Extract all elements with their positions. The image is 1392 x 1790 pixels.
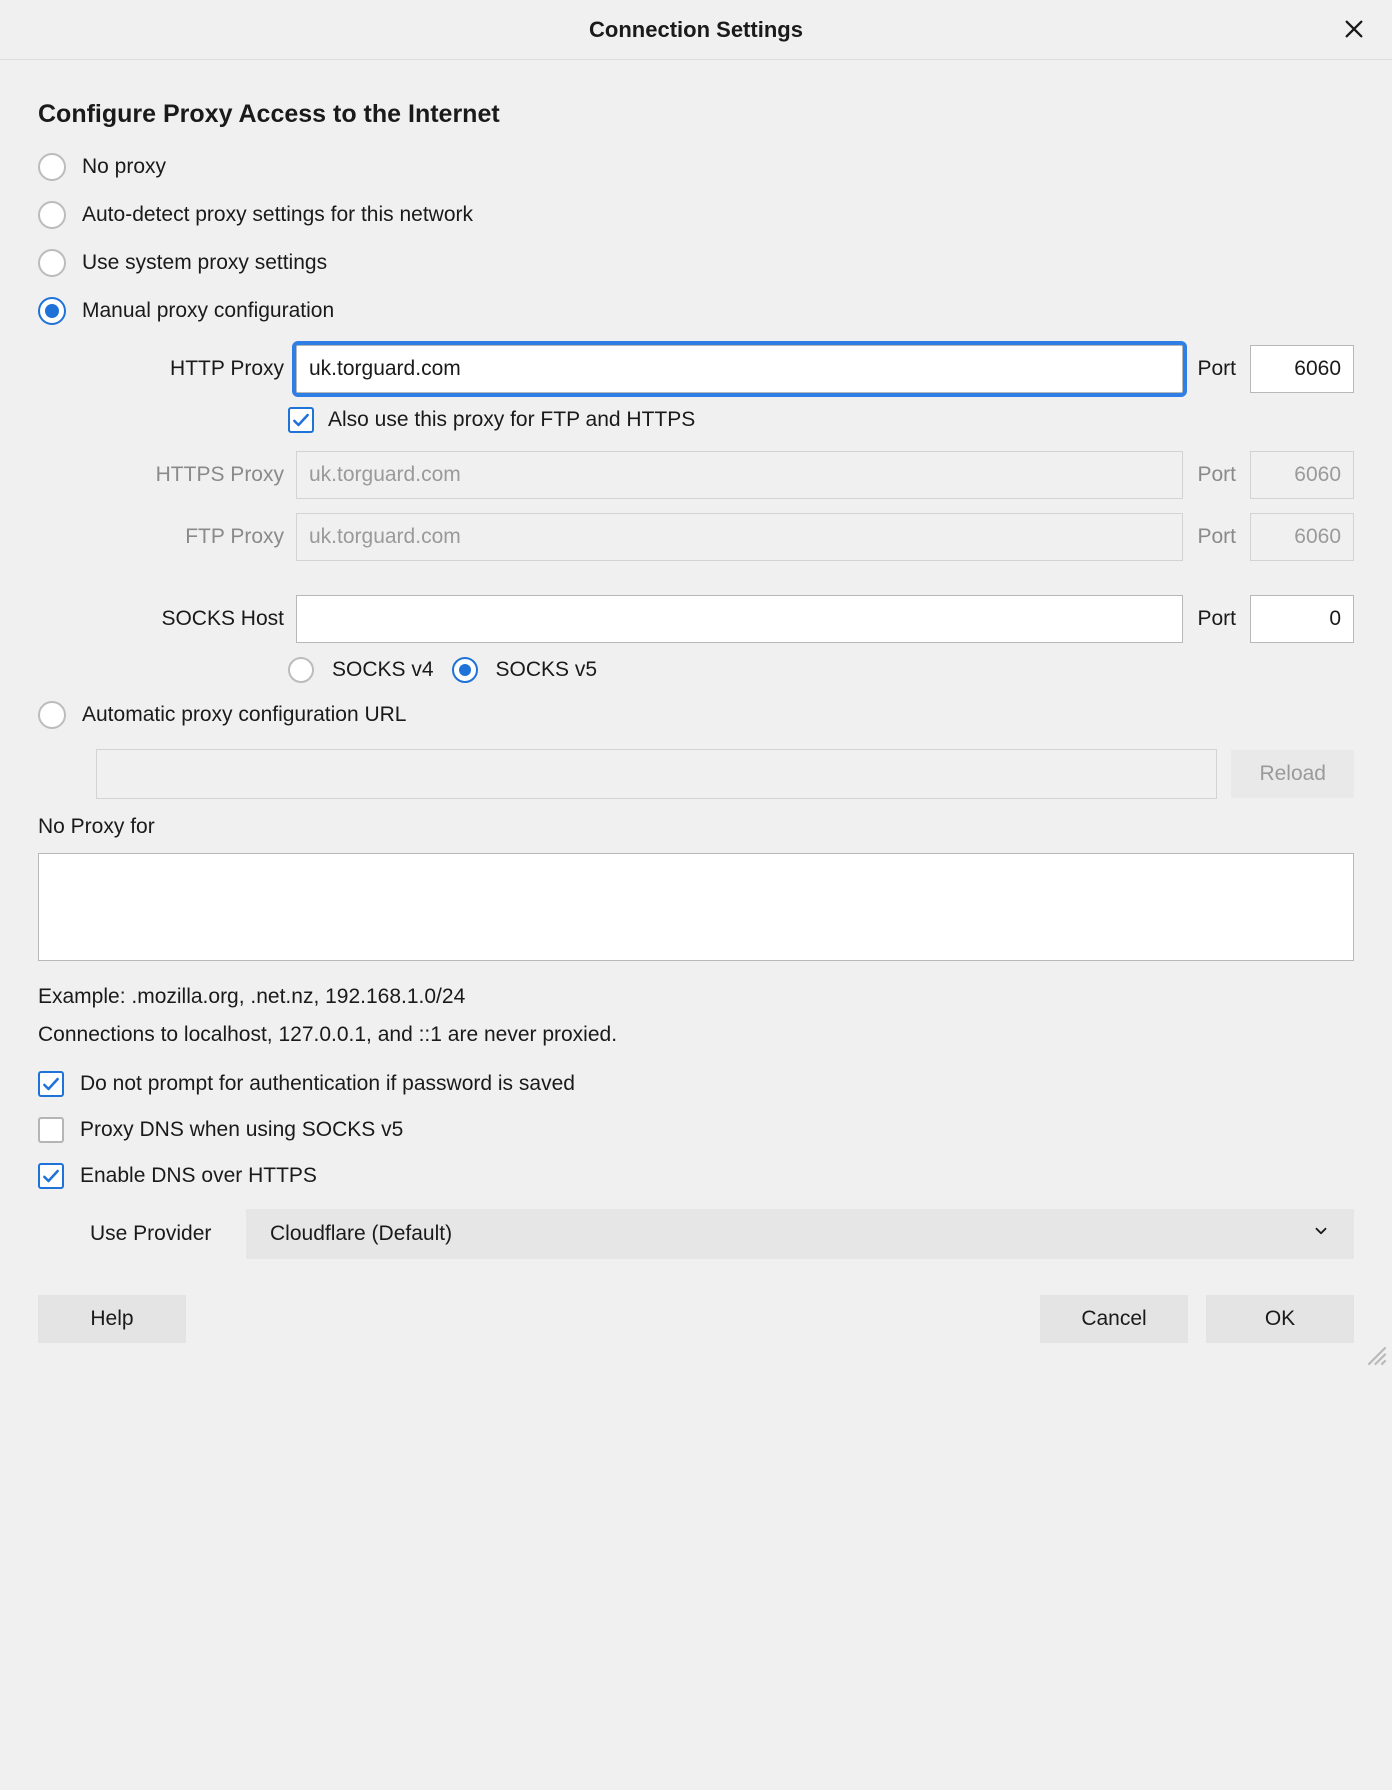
radio-label: Use system proxy settings bbox=[82, 251, 327, 275]
doh-provider-select[interactable]: Cloudflare (Default) bbox=[246, 1209, 1354, 1259]
radio-icon bbox=[38, 701, 66, 729]
https-proxy-row: HTTPS Proxy Port bbox=[38, 451, 1354, 499]
socks-host-label: SOCKS Host bbox=[38, 607, 288, 631]
titlebar: Connection Settings bbox=[0, 0, 1392, 60]
close-button[interactable] bbox=[1340, 18, 1368, 46]
enable-doh-label: Enable DNS over HTTPS bbox=[80, 1164, 317, 1188]
also-use-row[interactable]: Also use this proxy for FTP and HTTPS bbox=[288, 407, 1354, 433]
autoconf-url-input bbox=[96, 749, 1217, 799]
socks-host-row: SOCKS Host Port bbox=[38, 595, 1354, 643]
radio-icon bbox=[38, 249, 66, 277]
dialog-footer: Help Cancel OK bbox=[0, 1295, 1392, 1371]
radio-auto-detect[interactable]: Auto-detect proxy settings for this netw… bbox=[38, 201, 1354, 229]
https-proxy-label: HTTPS Proxy bbox=[38, 463, 288, 487]
no-proxy-for-label: No Proxy for bbox=[38, 815, 1354, 839]
proxy-dns-socks5-label: Proxy DNS when using SOCKS v5 bbox=[80, 1118, 403, 1142]
radio-icon bbox=[38, 297, 66, 325]
ftp-proxy-input bbox=[296, 513, 1183, 561]
radio-icon bbox=[38, 201, 66, 229]
section-heading: Configure Proxy Access to the Internet bbox=[38, 100, 1354, 129]
no-prompt-auth-label: Do not prompt for authentication if pass… bbox=[80, 1072, 575, 1096]
dialog-content: Configure Proxy Access to the Internet N… bbox=[0, 60, 1392, 1295]
https-proxy-input bbox=[296, 451, 1183, 499]
radio-label: Manual proxy configuration bbox=[82, 299, 334, 323]
radio-label: Automatic proxy configuration URL bbox=[82, 703, 407, 727]
no-prompt-auth-checkbox bbox=[38, 1071, 64, 1097]
radio-label: Auto-detect proxy settings for this netw… bbox=[82, 203, 473, 227]
no-proxy-example: Example: .mozilla.org, .net.nz, 192.168.… bbox=[38, 985, 1354, 1009]
radio-no-proxy[interactable]: No proxy bbox=[38, 153, 1354, 181]
close-icon bbox=[1343, 18, 1365, 46]
http-port-input[interactable] bbox=[1250, 345, 1354, 393]
socks-host-input[interactable] bbox=[296, 595, 1183, 643]
radio-autoconf-url[interactable]: Automatic proxy configuration URL bbox=[38, 701, 1354, 729]
https-port-label: Port bbox=[1191, 463, 1242, 487]
socks-version-row: SOCKS v4 SOCKS v5 bbox=[288, 657, 1354, 683]
socks-port-label: Port bbox=[1191, 607, 1242, 631]
doh-provider-value: Cloudflare (Default) bbox=[270, 1222, 452, 1246]
radio-icon bbox=[38, 153, 66, 181]
radio-label: No proxy bbox=[82, 155, 166, 179]
socks-port-input[interactable] bbox=[1250, 595, 1354, 643]
socks-v5-radio[interactable] bbox=[452, 657, 478, 683]
http-proxy-row: HTTP Proxy Port bbox=[38, 345, 1354, 393]
socks-v4-label: SOCKS v4 bbox=[332, 658, 434, 682]
http-proxy-input[interactable] bbox=[296, 345, 1183, 393]
connection-settings-dialog: Connection Settings Configure Proxy Acce… bbox=[0, 0, 1392, 1371]
socks-v4-radio[interactable] bbox=[288, 657, 314, 683]
ftp-proxy-row: FTP Proxy Port bbox=[38, 513, 1354, 561]
http-proxy-label: HTTP Proxy bbox=[38, 357, 288, 381]
ftp-port-label: Port bbox=[1191, 525, 1242, 549]
options-checklist: Do not prompt for authentication if pass… bbox=[38, 1071, 1354, 1259]
no-prompt-auth-row[interactable]: Do not prompt for authentication if pass… bbox=[38, 1071, 1354, 1097]
no-proxy-note: Connections to localhost, 127.0.0.1, and… bbox=[38, 1023, 1354, 1047]
proxy-dns-socks5-checkbox bbox=[38, 1117, 64, 1143]
radio-system-proxy[interactable]: Use system proxy settings bbox=[38, 249, 1354, 277]
cancel-button[interactable]: Cancel bbox=[1040, 1295, 1188, 1343]
proxy-dns-socks5-row[interactable]: Proxy DNS when using SOCKS v5 bbox=[38, 1117, 1354, 1143]
socks-v5-label: SOCKS v5 bbox=[496, 658, 598, 682]
chevron-down-icon bbox=[1312, 1222, 1330, 1246]
enable-doh-checkbox bbox=[38, 1163, 64, 1189]
help-button[interactable]: Help bbox=[38, 1295, 186, 1343]
no-proxy-for-textarea[interactable] bbox=[38, 853, 1354, 961]
radio-manual-proxy[interactable]: Manual proxy configuration bbox=[38, 297, 1354, 325]
http-port-label: Port bbox=[1191, 357, 1242, 381]
https-port-input bbox=[1250, 451, 1354, 499]
also-use-checkbox bbox=[288, 407, 314, 433]
dialog-title: Connection Settings bbox=[589, 17, 803, 43]
reload-button: Reload bbox=[1231, 750, 1354, 798]
ftp-proxy-label: FTP Proxy bbox=[38, 525, 288, 549]
ftp-port-input bbox=[1250, 513, 1354, 561]
enable-doh-row[interactable]: Enable DNS over HTTPS bbox=[38, 1163, 1354, 1189]
autoconf-row: Reload bbox=[38, 749, 1354, 799]
ok-button[interactable]: OK bbox=[1206, 1295, 1354, 1343]
resize-grip-icon[interactable] bbox=[1364, 1343, 1390, 1369]
no-proxy-for-block: No Proxy for Example: .mozilla.org, .net… bbox=[38, 815, 1354, 1047]
doh-provider-label: Use Provider bbox=[90, 1222, 226, 1246]
also-use-label: Also use this proxy for FTP and HTTPS bbox=[328, 408, 695, 432]
manual-proxy-block: HTTP Proxy Port Also use this proxy for … bbox=[38, 345, 1354, 683]
doh-provider-row: Use Provider Cloudflare (Default) bbox=[38, 1209, 1354, 1259]
